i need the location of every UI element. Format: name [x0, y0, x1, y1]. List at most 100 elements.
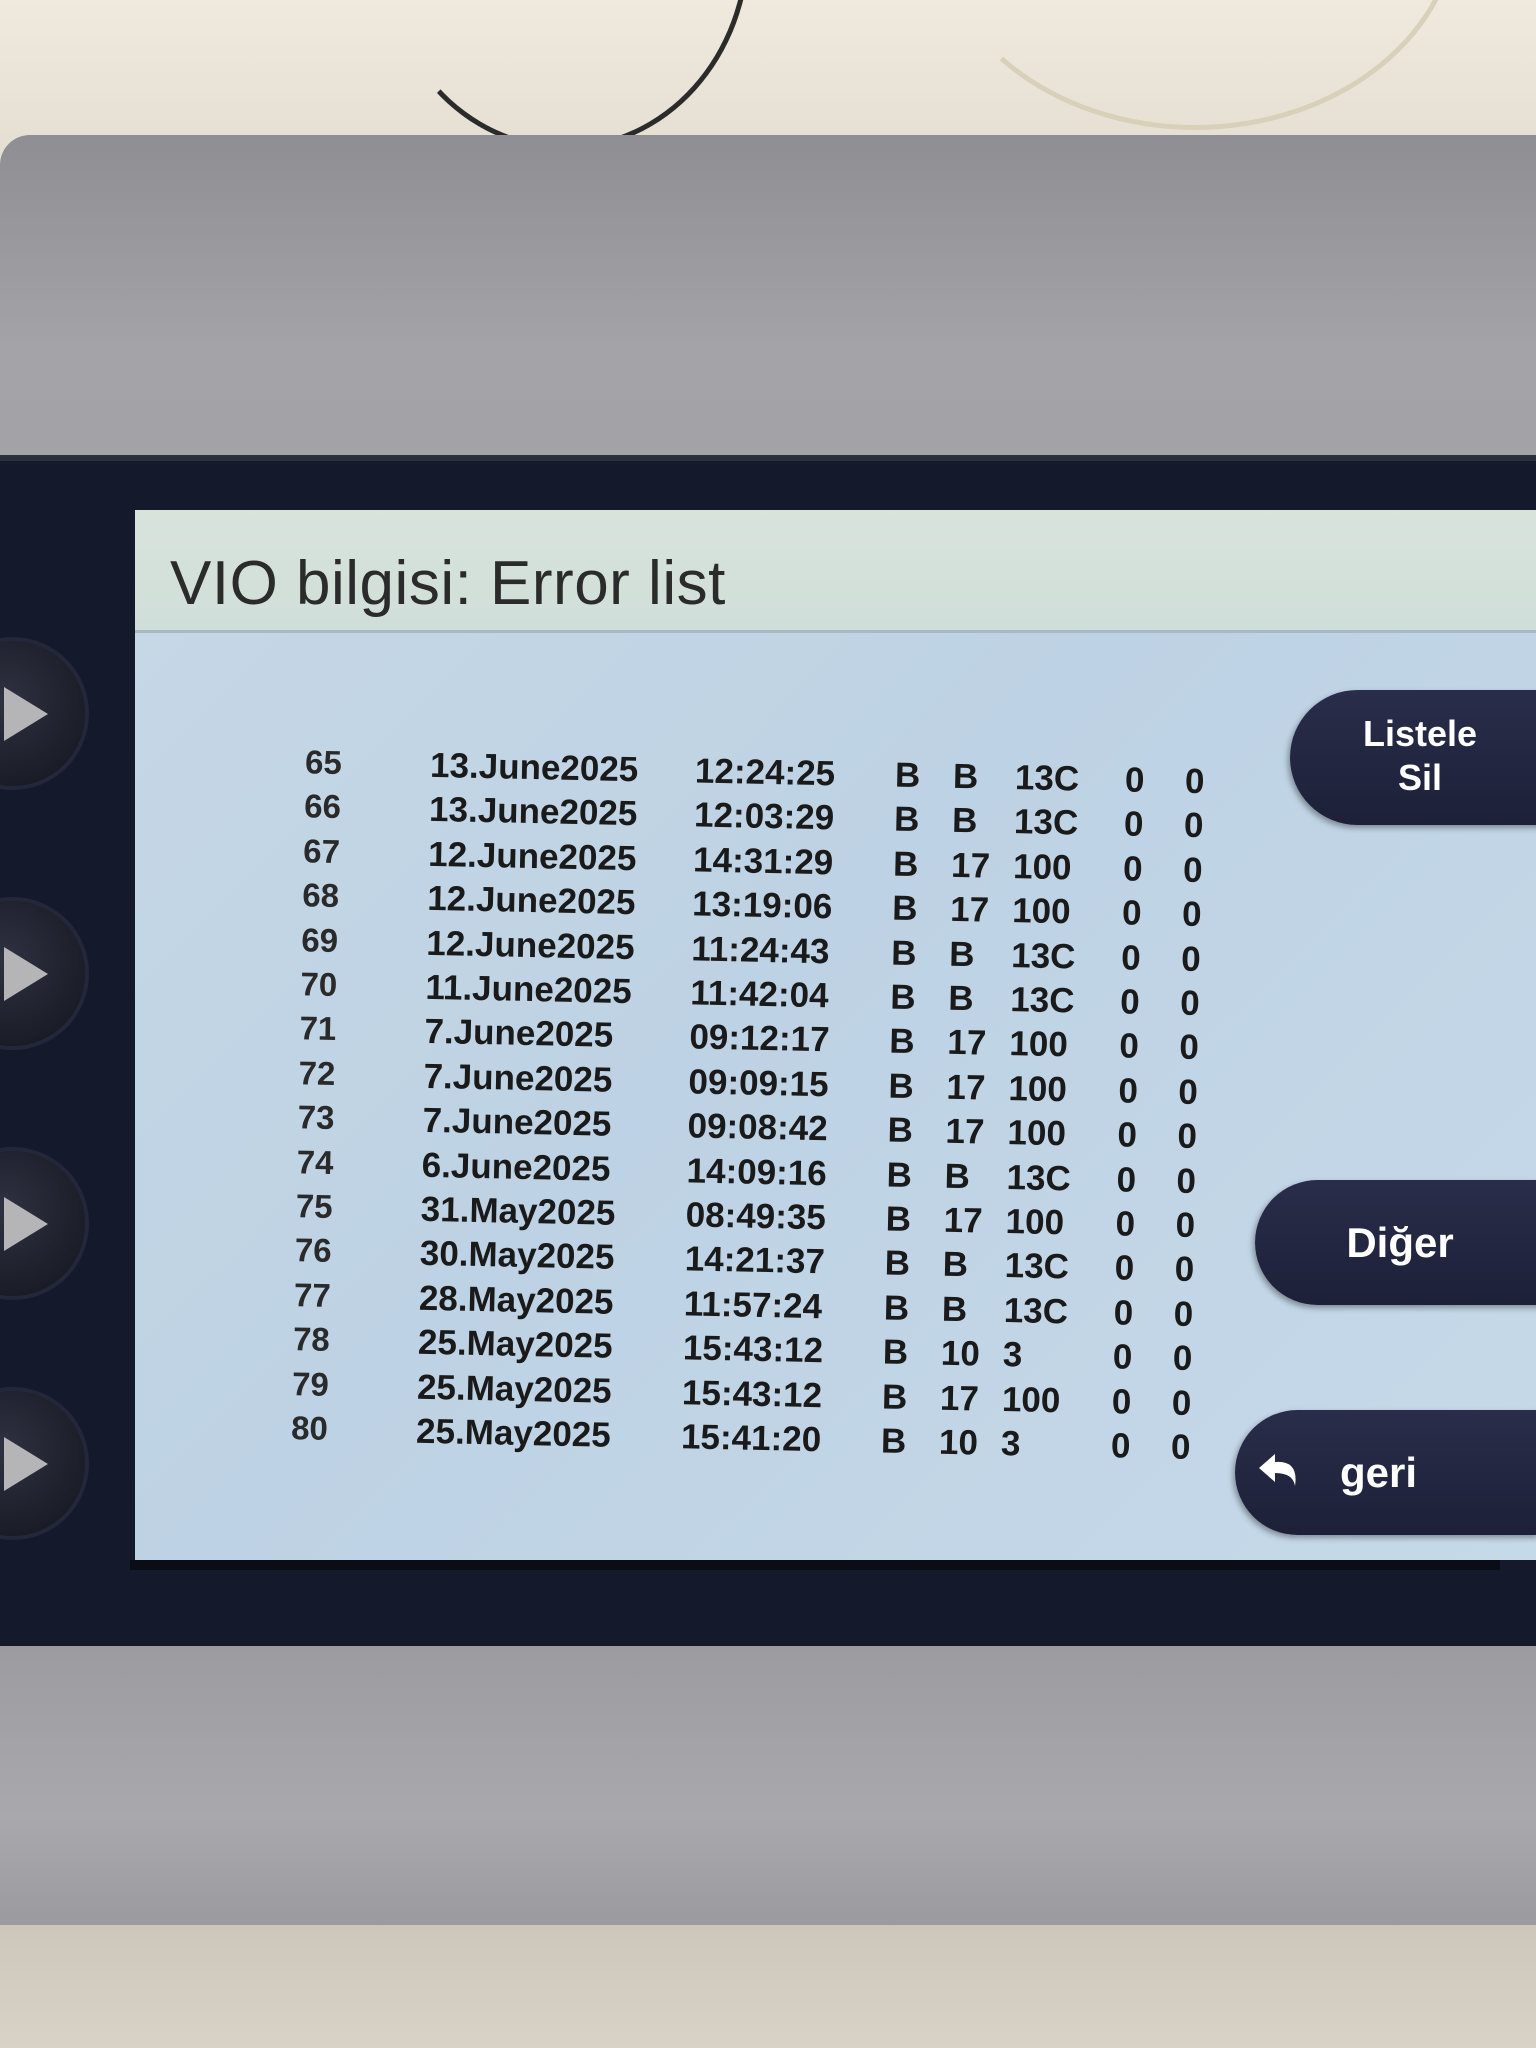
error-c3: 100: [1005, 1202, 1065, 1243]
display-screen: VIO bilgisi: Error list 65 13.June2025 12:…: [135, 510, 1536, 1560]
error-c4: 0: [1119, 982, 1141, 1022]
play-triangle-icon: [4, 947, 48, 1001]
listele-sil-button[interactable]: Listele Sil: [1290, 690, 1536, 825]
error-c1: B: [882, 1332, 909, 1373]
sil-label: Sil: [1397, 757, 1442, 798]
error-c3: 13C: [1009, 980, 1075, 1021]
error-date: 6.June2025: [421, 1145, 611, 1189]
error-c2: 10: [938, 1422, 979, 1463]
error-time: 14:09:16: [686, 1150, 828, 1193]
error-c1: B: [893, 800, 920, 840]
error-c2: B: [951, 801, 978, 841]
error-c2: B: [944, 1156, 971, 1196]
play-triangle-icon: [4, 1197, 48, 1251]
error-c2: 17: [949, 890, 990, 930]
error-c2: B: [948, 934, 975, 974]
error-num: 65: [304, 743, 343, 782]
error-num: 76: [294, 1231, 333, 1270]
error-c5: 0: [1177, 1116, 1198, 1157]
error-num: 78: [292, 1320, 331, 1359]
error-c4: 0: [1121, 893, 1143, 934]
error-c3: 3: [1002, 1335, 1023, 1375]
error-date: 30.May2025: [419, 1234, 615, 1278]
error-c5: 0: [1179, 983, 1201, 1024]
error-c4: 0: [1118, 1026, 1140, 1067]
softkey-1[interactable]: [0, 641, 85, 786]
error-c4: 0: [1118, 1071, 1139, 1111]
error-c5: 0: [1182, 850, 1203, 890]
play-triangle-icon: [4, 687, 48, 741]
error-c1: B: [891, 888, 918, 929]
error-c3: 13C: [1010, 935, 1076, 977]
error-c2: 17: [945, 1111, 985, 1152]
back-arrow-icon: [1259, 1454, 1296, 1486]
error-c3: 100: [1007, 1113, 1067, 1154]
play-triangle-icon: [4, 1437, 48, 1491]
error-c1: B: [889, 1021, 916, 1062]
error-c1: B: [889, 977, 917, 1018]
error-num: 69: [301, 920, 339, 959]
error-date: 7.June2025: [423, 1056, 613, 1100]
error-c3: 3: [1000, 1424, 1021, 1464]
error-c1: B: [880, 1421, 907, 1462]
error-c5: 0: [1184, 761, 1205, 802]
error-c3: 13C: [1014, 758, 1080, 799]
error-c1: B: [894, 755, 921, 796]
error-date: 25.May2025: [416, 1367, 613, 1411]
diger-button[interactable]: Diğer: [1255, 1180, 1536, 1305]
error-c5: 0: [1172, 1338, 1193, 1379]
error-c2: 10: [940, 1333, 981, 1374]
error-time: 13:19:06: [691, 884, 833, 927]
error-time: 14:21:37: [684, 1239, 826, 1282]
error-c1: B: [881, 1377, 908, 1417]
error-time: 12:24:25: [694, 751, 836, 794]
error-c2: 17: [946, 1067, 986, 1108]
error-c4: 0: [1111, 1381, 1132, 1422]
error-num: 73: [297, 1098, 335, 1137]
error-c1: B: [888, 1066, 915, 1106]
error-date: 25.May2025: [415, 1411, 612, 1455]
error-c1: B: [885, 1199, 912, 1240]
error-date: 28.May2025: [418, 1278, 614, 1322]
error-c4: 0: [1112, 1337, 1133, 1377]
error-c5: 0: [1180, 939, 1202, 979]
error-date: 31.May2025: [420, 1189, 616, 1233]
error-num: 71: [299, 1009, 337, 1048]
error-c4: 0: [1113, 1293, 1134, 1333]
error-c1: B: [884, 1243, 911, 1284]
error-date: 7.June2025: [422, 1101, 612, 1144]
screen-edge: [130, 1560, 1500, 1570]
error-date: 12.June2025: [426, 879, 636, 923]
error-c2: B: [947, 978, 975, 1019]
error-time: 11:42:04: [689, 973, 829, 1016]
error-c3: 13C: [1004, 1246, 1070, 1287]
error-c1: B: [883, 1288, 910, 1328]
error-num: 68: [301, 876, 340, 915]
error-c4: 0: [1117, 1115, 1138, 1155]
softkey-2[interactable]: [0, 901, 85, 1046]
error-c5: 0: [1173, 1294, 1194, 1334]
error-c5: 0: [1171, 1383, 1192, 1423]
error-c2: 17: [950, 845, 991, 886]
error-c3: 13C: [1003, 1290, 1069, 1332]
geri-button[interactable]: geri: [1235, 1410, 1536, 1535]
error-num: 67: [302, 832, 341, 870]
error-c5: 0: [1178, 1028, 1200, 1068]
softkey-4[interactable]: [0, 1391, 85, 1536]
error-date: 7.June2025: [424, 1012, 614, 1056]
error-date: 25.May2025: [417, 1322, 613, 1367]
error-date: 12.June2025: [427, 834, 637, 879]
softkey-3[interactable]: [0, 1151, 85, 1296]
error-c5: 0: [1176, 1161, 1197, 1201]
error-c3: 100: [1008, 1068, 1068, 1110]
error-num: 70: [300, 965, 338, 1003]
error-time: 12:03:29: [693, 795, 835, 838]
geri-label: geri: [1340, 1449, 1418, 1496]
error-num: 74: [296, 1142, 334, 1181]
error-time: 14:31:29: [692, 840, 834, 883]
error-c1: B: [892, 844, 919, 884]
error-c1: B: [887, 1110, 914, 1151]
error-c5: 0: [1174, 1249, 1195, 1290]
error-c4: 0: [1124, 760, 1145, 800]
error-time: 11:57:24: [683, 1284, 823, 1327]
